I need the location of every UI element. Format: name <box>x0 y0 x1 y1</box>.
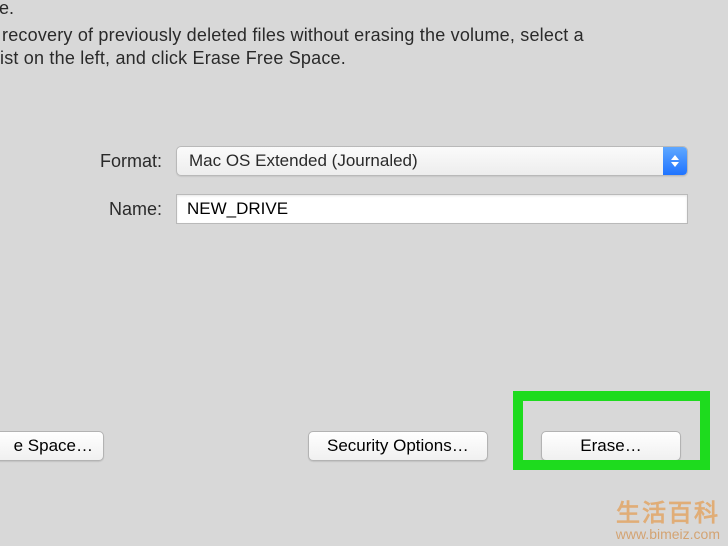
format-label: Format: <box>0 151 176 172</box>
security-options-button[interactable]: Security Options… <box>308 431 488 461</box>
erase-form: Format: Mac OS Extended (Journaled) Name… <box>0 146 728 242</box>
name-label: Name: <box>0 199 176 220</box>
watermark-chinese: 生活百科 <box>616 493 720 528</box>
description-line-1: recovery of previously deleted files wit… <box>2 25 584 46</box>
format-row: Format: Mac OS Extended (Journaled) <box>0 146 728 176</box>
name-row: Name: <box>0 194 728 224</box>
description-cutoff: se. <box>0 0 14 19</box>
dropdown-arrows-icon <box>663 147 687 175</box>
format-select-box[interactable]: Mac OS Extended (Journaled) <box>176 146 688 176</box>
watermark-url: www.bimeiz.com <box>616 526 720 542</box>
name-input[interactable] <box>176 194 688 224</box>
format-select[interactable]: Mac OS Extended (Journaled) <box>176 146 688 176</box>
erase-free-space-button[interactable]: e Space… <box>0 431 104 461</box>
erase-button[interactable]: Erase… <box>541 431 681 461</box>
watermark: 生活百科 www.bimeiz.com <box>616 493 720 542</box>
format-select-value: Mac OS Extended (Journaled) <box>189 151 418 171</box>
description-line-2: ist on the left, and click Erase Free Sp… <box>0 48 346 69</box>
